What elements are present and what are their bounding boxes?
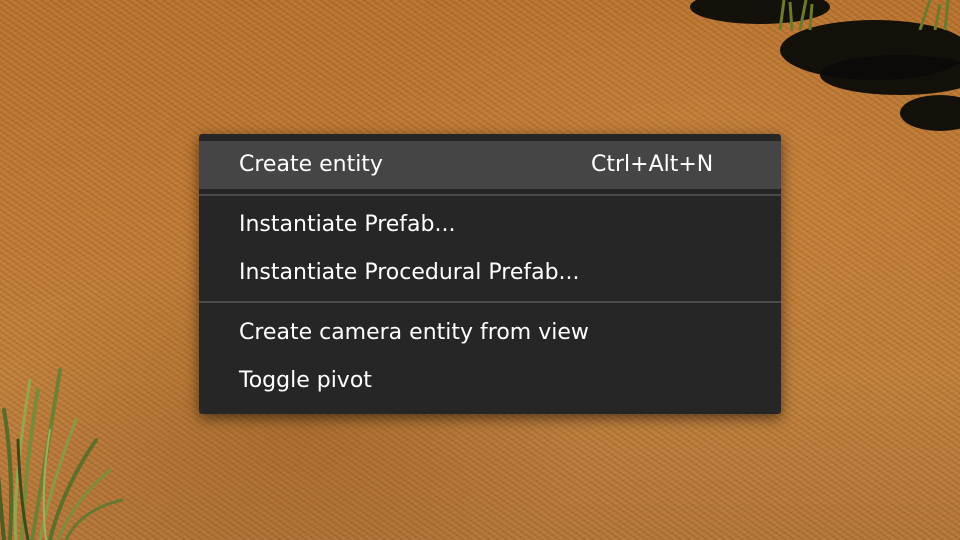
menu-item-toggle-pivot[interactable]: Toggle pivot	[199, 357, 781, 405]
menu-item-create-camera-entity[interactable]: Create camera entity from view	[199, 309, 781, 357]
menu-item-label: Instantiate Prefab...	[239, 212, 456, 237]
menu-separator	[199, 194, 781, 196]
context-menu: Create entity Ctrl+Alt+N Instantiate Pre…	[199, 134, 781, 414]
menu-item-label: Create camera entity from view	[239, 320, 589, 345]
grass-bottom-left	[0, 368, 124, 540]
tree-shadow	[900, 95, 960, 131]
menu-separator	[199, 301, 781, 303]
grass-top-right	[778, 0, 950, 30]
tree-shadow	[820, 55, 960, 95]
menu-item-label: Instantiate Procedural Prefab...	[239, 260, 580, 285]
menu-item-label: Toggle pivot	[239, 368, 372, 393]
menu-item-instantiate-prefab[interactable]: Instantiate Prefab...	[199, 201, 781, 249]
menu-item-instantiate-procedural-prefab[interactable]: Instantiate Procedural Prefab...	[199, 249, 781, 297]
menu-item-label: Create entity	[239, 152, 383, 177]
menu-item-create-entity[interactable]: Create entity Ctrl+Alt+N	[199, 141, 781, 189]
menu-item-shortcut: Ctrl+Alt+N	[591, 152, 714, 177]
